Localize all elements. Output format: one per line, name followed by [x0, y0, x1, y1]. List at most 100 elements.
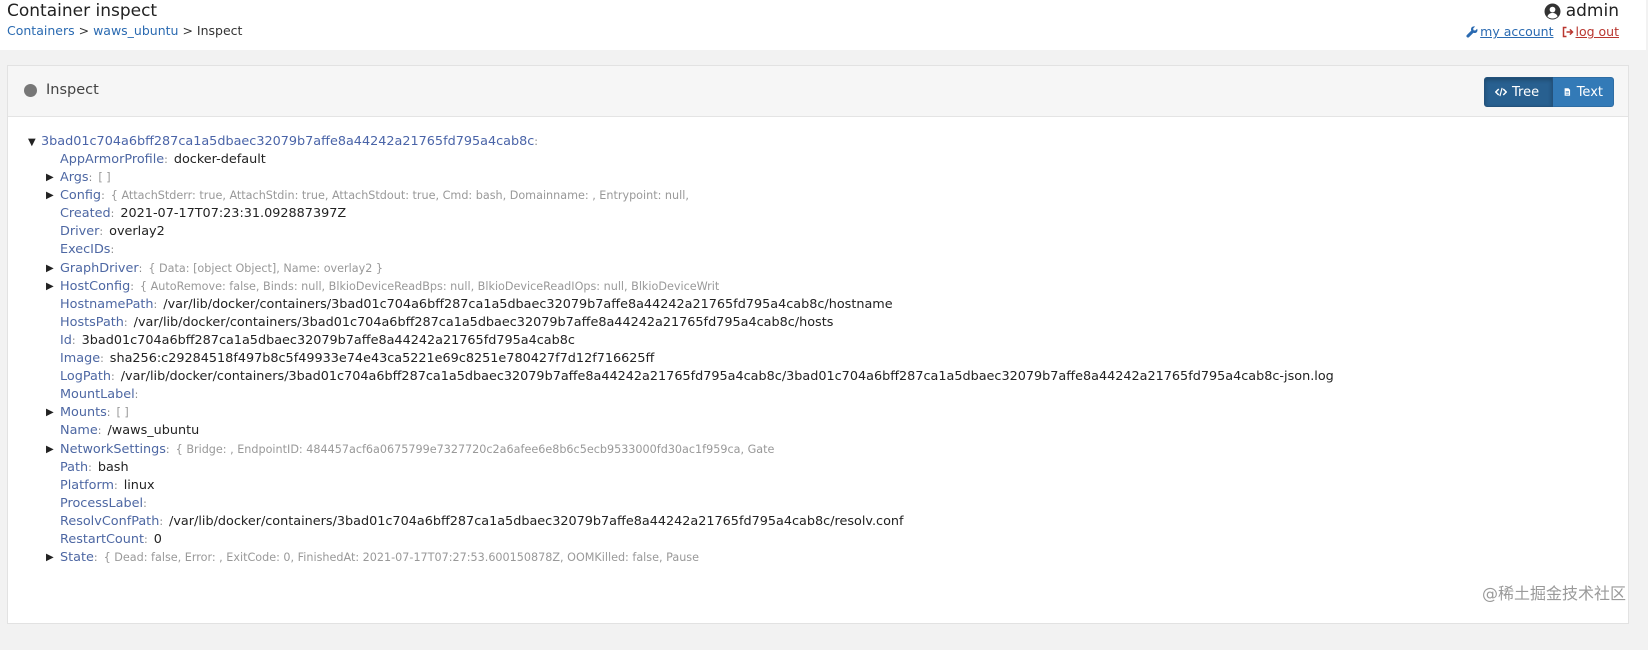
- tree-value: bash: [97, 459, 129, 475]
- tree-row[interactable]: ▶ Config: { AttachStderr: true, AttachStdi…: [46, 187, 1334, 205]
- tree-view-label: Tree: [1512, 84, 1540, 100]
- collapsed-caret-icon[interactable]: ▶: [46, 260, 59, 278]
- tree-row: Driver: overlay2: [46, 223, 1334, 241]
- tree-row: AppArmorProfile: docker-default: [46, 151, 1334, 169]
- tree-colon: :: [165, 442, 170, 456]
- my-account-label: my account: [1480, 24, 1554, 39]
- tree-value: /var/lib/docker/containers/3bad01c704a6b…: [163, 296, 893, 312]
- tree-colon: :: [110, 370, 115, 384]
- tree-colon: :: [159, 514, 164, 528]
- user-circle-icon: [1544, 3, 1561, 19]
- tree-row: MountLabel:: [46, 386, 1334, 404]
- watermark: @稀土掘金技术社区: [1481, 584, 1626, 603]
- tree-key: Id: [60, 332, 72, 348]
- tree-key: State: [60, 550, 94, 566]
- tree-row[interactable]: ▶ Args: [ ]: [46, 169, 1334, 187]
- collapsed-caret-icon[interactable]: ▶: [46, 278, 59, 296]
- tree-key: HostsPath: [60, 314, 124, 330]
- tree-key: ResolvConfPath: [60, 513, 160, 529]
- tree-colon: :: [97, 424, 102, 438]
- my-account-link[interactable]: my account: [1466, 23, 1554, 41]
- panel-title: Inspect: [46, 82, 99, 98]
- tree-colon: :: [143, 496, 147, 510]
- tree-preview: { Data: [object Object], Name: overlay2 …: [148, 261, 384, 275]
- inspect-panel: Inspect Tree Text ▼ 3bad01c704a6bff287ca1…: [7, 65, 1629, 624]
- tree-key: Driver: [60, 224, 100, 240]
- tree-key: ProcessLabel: [60, 495, 144, 511]
- tree-row[interactable]: ▶ NetworkSettings: { Bridge: , EndpointID:…: [46, 441, 1334, 459]
- tree-colon: :: [88, 171, 93, 185]
- tree-key: LogPath: [60, 369, 111, 385]
- tree-value: /var/lib/docker/containers/3bad01c704a6b…: [133, 314, 834, 330]
- tree-row: RestartCount: 0: [46, 531, 1334, 549]
- view-toggle: Tree Text: [1484, 77, 1614, 107]
- user-menu: admin: [1544, 0, 1619, 22]
- tree-colon: :: [144, 532, 148, 546]
- tree-colon: :: [88, 460, 92, 474]
- tree-row: Name: /waws_ubuntu: [46, 422, 1334, 440]
- tree-colon: :: [100, 352, 104, 366]
- tree-preview: { AutoRemove: false, Binds: null, BlkioD…: [139, 279, 720, 293]
- tree-root[interactable]: ▼ 3bad01c704a6bff287ca1a5dbaec32079b7affe…: [28, 132, 1334, 151]
- collapsed-caret-icon[interactable]: ▶: [46, 441, 59, 459]
- tree-rows: AppArmorProfile: docker-default ▶ Args:[ ] ▶…: [46, 151, 1334, 567]
- tree-value: /var/lib/docker/containers/3bad01c704a6b…: [120, 369, 1334, 385]
- tree-colon: :: [110, 243, 115, 257]
- breadcrumb-current: Inspect: [196, 23, 243, 38]
- tree-preview: [ ]: [98, 171, 111, 185]
- sign-out-icon: [1562, 26, 1574, 38]
- text-view-button[interactable]: Text: [1553, 77, 1614, 107]
- tree-colon: :: [153, 297, 158, 311]
- collapsed-caret-icon[interactable]: ▶: [46, 404, 59, 422]
- tree-value: /waws_ubuntu: [107, 423, 200, 439]
- tree-row: Created: 2021-07-17T07:23:31.092887397Z: [46, 205, 1334, 223]
- tree-colon: :: [164, 153, 168, 166]
- tree-value: docker-default: [173, 152, 266, 167]
- user-links: my account log out: [1466, 23, 1619, 41]
- tree-key: HostnamePath: [60, 296, 154, 312]
- tree-row[interactable]: ▶ State: { Dead: false, Error: , ExitCode:…: [46, 549, 1334, 567]
- tree-row[interactable]: ▶ GraphDriver: { Data: [object Object], Na…: [46, 260, 1334, 278]
- tree-value: 2021-07-17T07:23:31.092887397Z: [120, 206, 347, 222]
- tree-key: Mounts: [60, 405, 107, 421]
- tree-colon: :: [113, 478, 118, 492]
- tree-key: ExecIDs: [60, 242, 111, 258]
- collapsed-caret-icon[interactable]: ▶: [46, 169, 59, 187]
- tree-row: Id: 3bad01c704a6bff287ca1a5dbaec32079b7af…: [46, 332, 1334, 350]
- code-icon: [1495, 87, 1507, 97]
- tree-key: Image: [60, 351, 101, 367]
- tree-key: Args: [60, 170, 89, 186]
- tree-key: Platform: [60, 477, 114, 493]
- tree-value: /var/lib/docker/containers/3bad01c704a6b…: [169, 513, 904, 529]
- breadcrumb-containers-link[interactable]: Containers: [7, 23, 75, 38]
- wrench-icon: [1466, 26, 1478, 38]
- tree-row[interactable]: ▶ HostConfig: { AutoRemove: false, Binds: …: [46, 278, 1334, 296]
- tree-view-button[interactable]: Tree: [1484, 77, 1553, 107]
- tree-value: overlay2: [109, 224, 165, 240]
- tree-row: HostnamePath: /var/lib/docker/containers/…: [46, 296, 1334, 314]
- tree-root-key: 3bad01c704a6bff287ca1a5dbaec32079b7affe8…: [41, 134, 535, 149]
- breadcrumb-separator: >: [182, 23, 193, 38]
- tree-colon: :: [99, 225, 104, 239]
- tree-preview: { Bridge: , EndpointID: 484457acf6a06757…: [175, 442, 775, 456]
- tree-row: Image: sha256:c29284518f497b8c5f49933e74e…: [46, 350, 1334, 368]
- tree-row[interactable]: ▶ Mounts: [ ]: [46, 404, 1334, 422]
- expanded-caret-icon[interactable]: ▼: [28, 133, 41, 152]
- log-out-link[interactable]: log out: [1562, 23, 1619, 41]
- tree-value: 3bad01c704a6bff287ca1a5dbaec32079b7affe8…: [81, 332, 575, 348]
- collapsed-caret-icon[interactable]: ▶: [46, 549, 59, 567]
- inspect-tree: ▼ 3bad01c704a6bff287ca1a5dbaec32079b7affe…: [28, 132, 1334, 567]
- tree-colon: :: [130, 279, 134, 293]
- file-text-icon: [1564, 88, 1571, 96]
- breadcrumb: Containers > waws_ubuntu > Inspect: [7, 22, 242, 40]
- tree-colon: :: [101, 189, 105, 203]
- page-header: Container inspect Containers > waws_ubun…: [0, 0, 1646, 50]
- tree-colon: :: [134, 388, 139, 402]
- tree-row: LogPath: /var/lib/docker/containers/3bad0…: [46, 368, 1334, 386]
- tree-value: sha256:c29284518f497b8c5f49933e74e43ca52…: [109, 351, 655, 367]
- breadcrumb-container-link[interactable]: waws_ubuntu: [93, 23, 178, 38]
- collapsed-caret-icon[interactable]: ▶: [46, 187, 59, 205]
- tree-value: linux: [123, 477, 155, 493]
- tree-row: Platform: linux: [46, 477, 1334, 495]
- tree-key: AppArmorProfile: [60, 152, 165, 167]
